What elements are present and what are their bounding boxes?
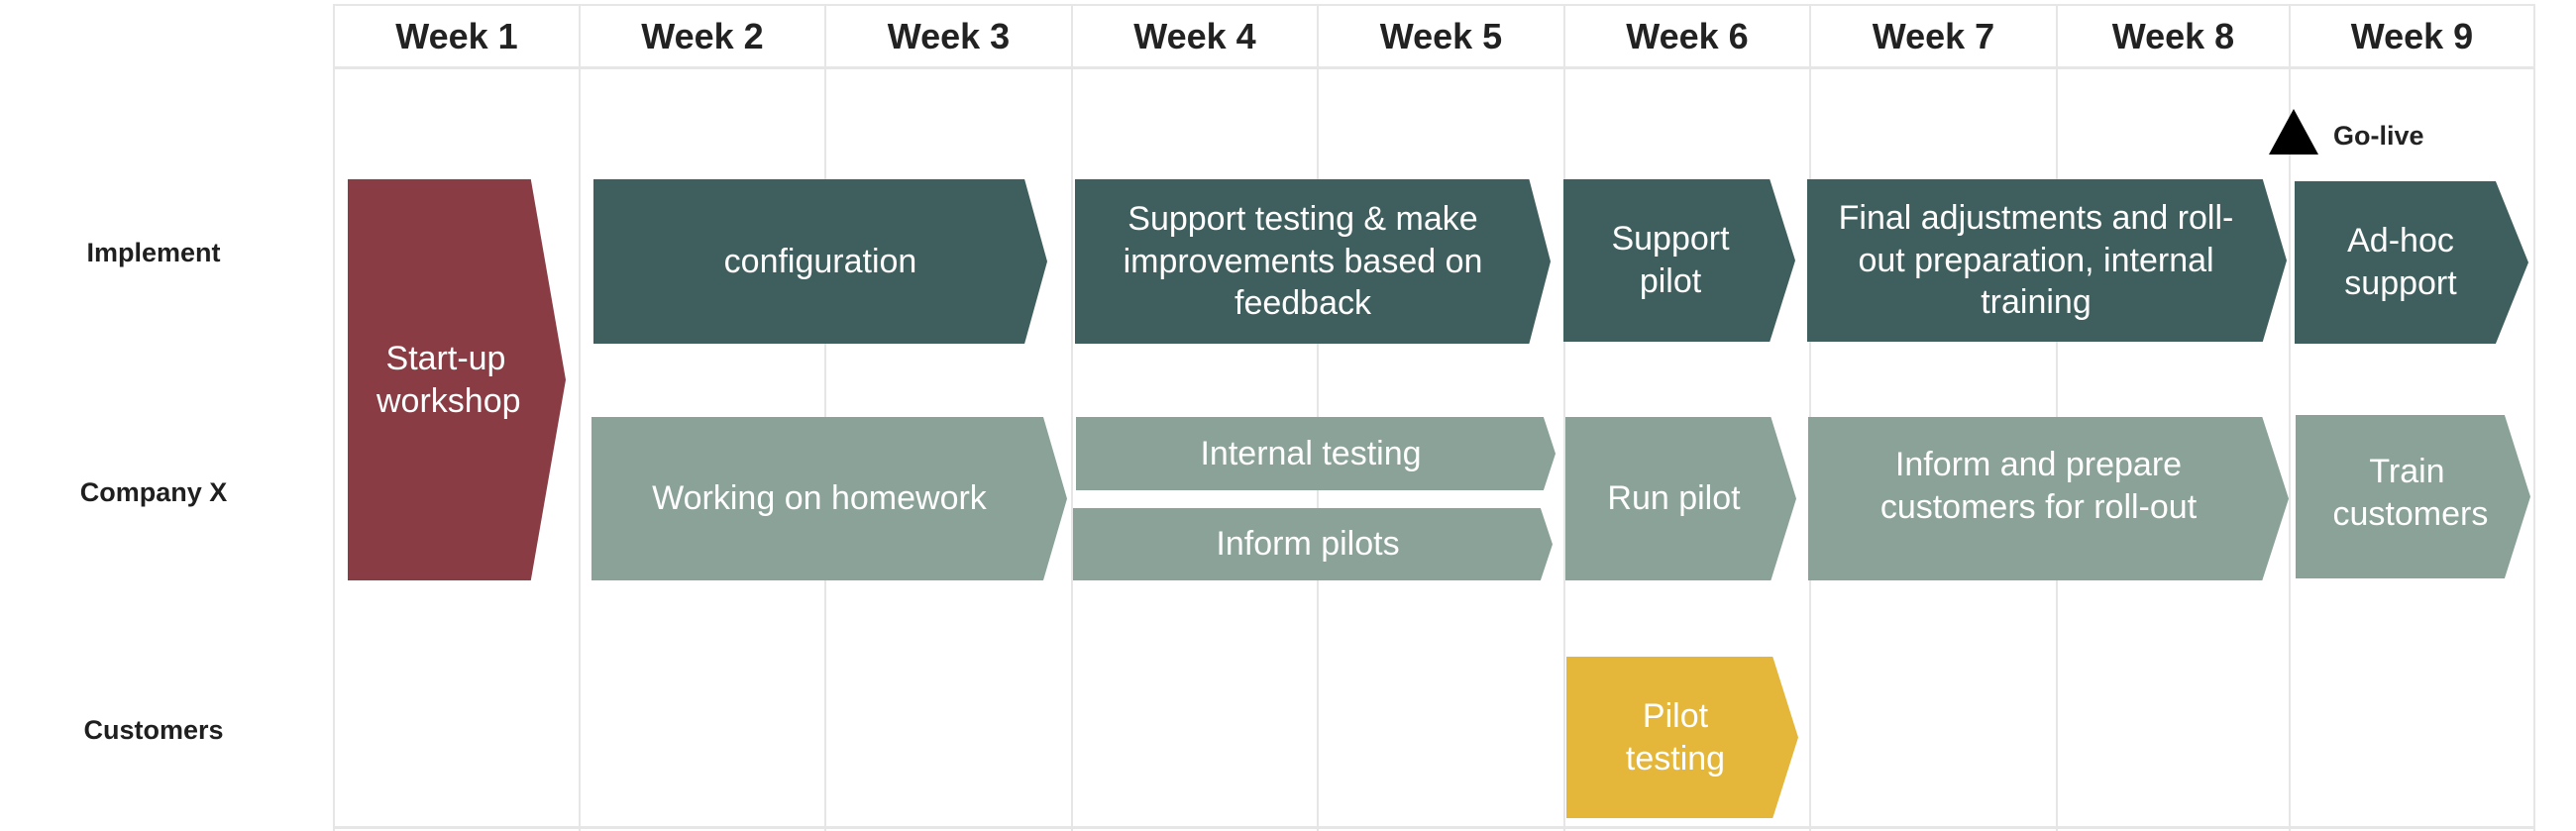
col-line [1071, 4, 1073, 831]
activity-label: Pilot testing [1625, 696, 1726, 778]
week-header: Week 6 [1626, 15, 1749, 56]
triangle-up-icon [2269, 109, 2318, 159]
activity-label: Final adjustments and roll-out preparati… [1838, 198, 2234, 322]
week-header: Week 1 [395, 15, 518, 56]
col-line [2533, 4, 2535, 831]
activity-working-on-homework: Working on homework [591, 417, 1067, 580]
activity-label: configuration [723, 242, 917, 280]
activity-configuration: configuration [593, 179, 1047, 344]
activity-ad-hoc-support: Ad-hoc support [2295, 181, 2528, 344]
activity-label: Support testing & make improvements base… [1123, 199, 1483, 323]
col-line [579, 4, 581, 831]
activity-label: Start-up workshop [376, 339, 521, 420]
week-header: Week 8 [2111, 15, 2235, 56]
activity-final-adjustments: Final adjustments and roll-out preparati… [1807, 179, 2287, 342]
col-line [1563, 4, 1565, 831]
week-header: Week 5 [1379, 15, 1503, 56]
activity-train-customers: Train customers [2296, 415, 2530, 578]
activity-label: Working on homework [652, 479, 987, 518]
activity-run-pilot: Run pilot [1565, 417, 1796, 580]
row-label-company-x: Company X [79, 477, 228, 507]
activity-label: Train customers [2332, 452, 2489, 533]
activity-label: Run pilot [1607, 479, 1741, 518]
week-header: Week 4 [1133, 15, 1256, 56]
week-header: Week 3 [887, 15, 1011, 56]
activity-inform-prepare-customers: Inform and prepare customers for roll-ou… [1808, 417, 2289, 580]
col-line [333, 4, 335, 831]
activity-label: Inform and prepare customers for roll-ou… [1879, 445, 2198, 526]
bottom-line [334, 826, 2535, 829]
week-header: Week 2 [641, 15, 764, 56]
activity-label: Internal testing [1200, 434, 1422, 472]
row-label-implement: Implement [86, 238, 221, 267]
activity-support-pilot: Support pilot [1563, 179, 1795, 342]
activity-internal-testing: Internal testing [1076, 417, 1556, 490]
go-live-label: Go-live [2333, 121, 2424, 151]
activity-support-testing: Support testing & make improvements base… [1075, 179, 1551, 344]
row-label-customers: Customers [83, 715, 224, 745]
activity-inform-pilots: Inform pilots [1073, 508, 1553, 580]
week-header: Week 7 [1872, 15, 1995, 56]
activity-label: Inform pilots [1216, 525, 1400, 564]
activity-label: Ad-hoc support [2344, 222, 2457, 302]
activity-startup-workshop: Start-up workshop [348, 179, 566, 580]
week-header: Week 9 [2350, 15, 2474, 56]
activity-pilot-testing: Pilot testing [1566, 657, 1798, 818]
activity-label: Support pilot [1611, 220, 1730, 300]
